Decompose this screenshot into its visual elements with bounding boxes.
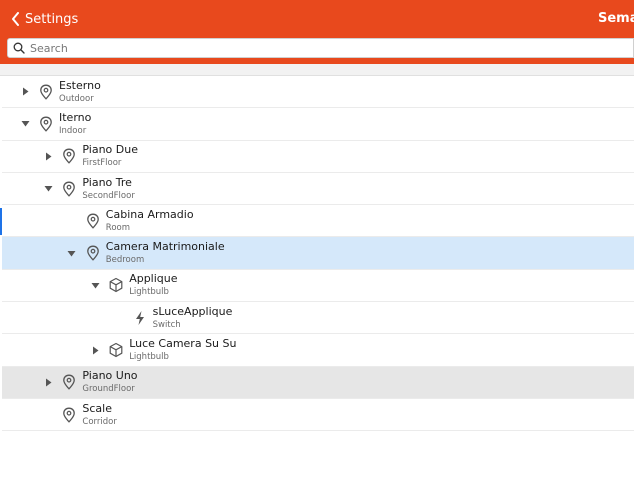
expand-arrow-right-icon[interactable] <box>42 376 54 388</box>
expand-arrow-right-icon[interactable] <box>42 150 54 162</box>
expand-arrow-down-icon[interactable] <box>19 118 31 130</box>
location-pin-icon <box>86 245 100 261</box>
tree-item-labels: Iterno Indoor <box>59 111 91 137</box>
tree-item-type: Lightbulb <box>129 287 169 298</box>
tree-item-type: Lightbulb <box>129 352 169 363</box>
tree-row[interactable]: Esterno Outdoor <box>2 76 634 109</box>
expand-arrow-down-icon[interactable] <box>89 279 101 291</box>
location-pin-icon <box>86 213 100 229</box>
search-field[interactable] <box>7 38 634 58</box>
tree-item-type: Switch <box>152 319 181 330</box>
toolbar-strip <box>0 64 634 76</box>
expand-arrow-down-icon[interactable] <box>42 183 54 195</box>
tree-row[interactable]: Camera Matrimoniale Bedroom <box>2 237 634 270</box>
tree-item-type: Outdoor <box>59 93 94 104</box>
tree-row[interactable]: Piano Uno GroundFloor <box>2 366 634 399</box>
tree-row[interactable]: Applique Lightbulb <box>2 270 634 303</box>
location-pin-icon <box>39 84 53 100</box>
cube-icon <box>109 342 123 358</box>
tree-item-labels: Cabina Armadio Room <box>106 208 194 234</box>
app-header: Settings Semantic Model <box>0 0 634 64</box>
tree-row[interactable]: sLuceApplique Switch <box>2 302 634 335</box>
tree-item-labels: Piano Due FirstFloor <box>82 143 138 169</box>
location-pin-icon <box>62 407 76 423</box>
location-pin-icon <box>39 116 53 132</box>
tree-item-labels: Applique Lightbulb <box>129 272 177 298</box>
location-pin-icon <box>62 148 76 164</box>
expand-arrow-down-icon[interactable] <box>66 247 78 259</box>
tree-item-type: SecondFloor <box>82 190 135 201</box>
tree-item-type: Corridor <box>82 416 117 427</box>
tree-item-type: Bedroom <box>105 255 145 266</box>
location-pin-icon <box>62 181 76 197</box>
tree-row[interactable]: Cabina Armadio Room <box>2 205 634 238</box>
tree-row[interactable]: Piano Due FirstFloor <box>2 141 634 173</box>
tree-item-title: Piano Uno <box>82 369 138 383</box>
tree-item-title: Applique <box>129 272 178 286</box>
search-input[interactable] <box>30 41 610 55</box>
back-button[interactable]: Settings <box>10 9 78 29</box>
tree-row[interactable]: Luce Camera Su Su Lightbulb <box>2 334 634 367</box>
back-button-label: Settings <box>25 11 79 27</box>
cube-icon <box>109 277 123 293</box>
tree-item-labels: sLuceApplique Switch <box>153 305 233 331</box>
tree-item-labels: Piano Tre SecondFloor <box>82 176 134 202</box>
tree-item-title: Esterno <box>59 78 101 92</box>
tree-item-title: Luce Camera Su Su <box>129 337 237 351</box>
tree-item-labels: Esterno Outdoor <box>59 79 101 105</box>
tree-item-labels: Camera Matrimoniale Bedroom <box>106 240 225 266</box>
search-icon <box>13 42 25 54</box>
semantic-tree: Esterno Outdoor Iterno Indoor Piano Due First… <box>2 76 634 432</box>
tree-row[interactable]: Scale Corridor <box>2 399 634 432</box>
tree-row[interactable]: Piano Tre SecondFloor <box>2 173 634 206</box>
page-title: Semantic Model <box>598 11 634 26</box>
tree-item-type: Indoor <box>59 125 87 136</box>
tree-item-labels: Luce Camera Su Su Lightbulb <box>129 337 236 363</box>
chevron-left-icon <box>12 12 19 26</box>
tree-item-title: sLuceApplique <box>152 304 233 318</box>
location-pin-icon <box>62 374 76 391</box>
tree-item-title: Iterno <box>59 110 92 124</box>
tree-item-title: Camera Matrimoniale <box>105 240 225 254</box>
tree-row[interactable]: Iterno Indoor <box>2 108 634 141</box>
expand-arrow-right-icon[interactable] <box>19 86 31 98</box>
tree-item-labels: Scale Corridor <box>82 402 116 428</box>
lightning-icon <box>133 310 147 326</box>
tree-item-type: FirstFloor <box>82 158 122 169</box>
tree-item-title: Piano Tre <box>82 175 132 189</box>
expand-arrow-right-icon[interactable] <box>89 344 101 356</box>
tree-item-type: Room <box>105 222 131 233</box>
tree-item-title: Cabina Armadio <box>105 207 194 221</box>
tree-item-labels: Piano Uno GroundFloor <box>82 369 137 395</box>
tree-item-title: Piano Due <box>82 143 138 157</box>
tree-item-type: GroundFloor <box>82 384 135 395</box>
tree-item-title: Scale <box>82 401 112 415</box>
